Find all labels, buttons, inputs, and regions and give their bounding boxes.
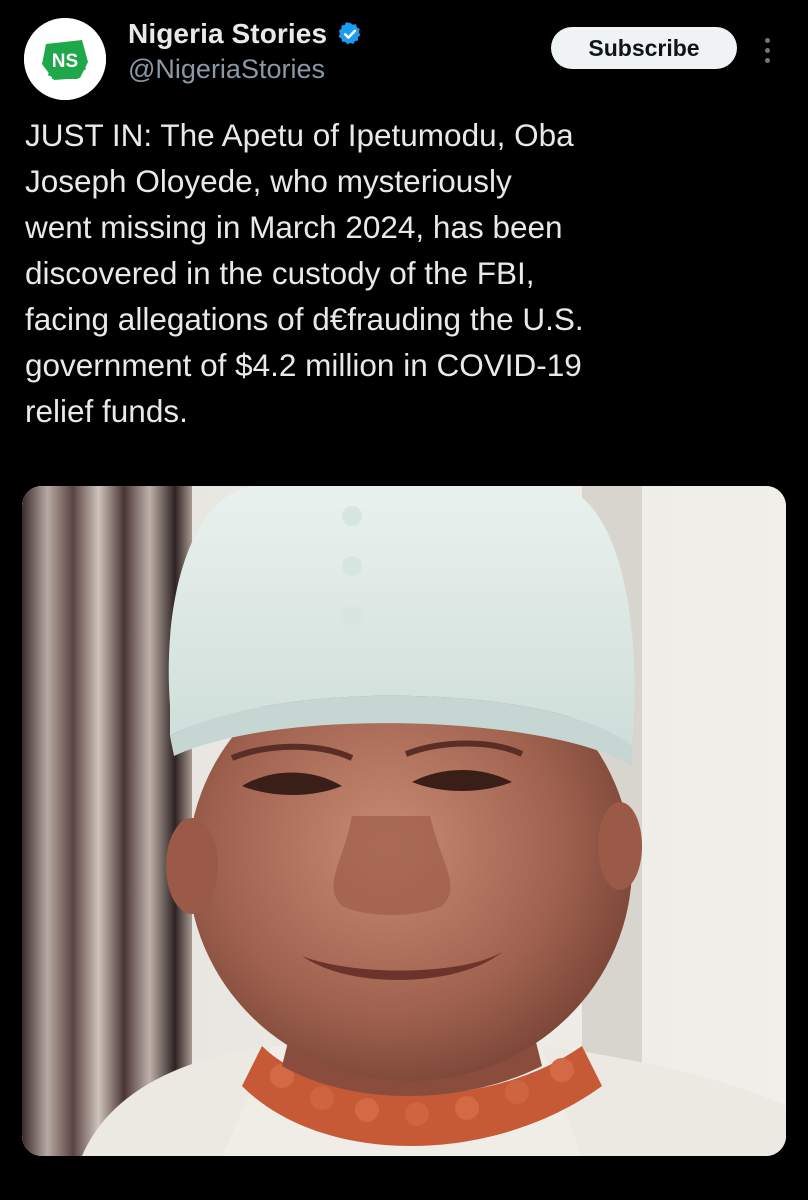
dot	[764, 37, 770, 43]
profile-avatar[interactable]: NS	[24, 18, 106, 100]
subscribe-button[interactable]: Subscribe	[551, 27, 737, 69]
tweet-card: NS Nigeria Stories @NigeriaStories Subsc…	[0, 0, 808, 1200]
verified-badge-icon	[337, 21, 363, 47]
author-handle[interactable]: @NigeriaStories	[128, 54, 325, 85]
portrait-photo-image	[22, 486, 786, 1156]
avatar-initials: NS	[52, 51, 78, 72]
tweet-photo[interactable]	[22, 486, 786, 1156]
author-name-row[interactable]: Nigeria Stories	[128, 16, 363, 52]
dot	[764, 57, 770, 63]
display-name[interactable]: Nigeria Stories	[128, 18, 327, 50]
nigeria-stories-logo-icon: NS	[24, 18, 106, 100]
dot	[764, 47, 770, 53]
more-dots-icon[interactable]	[754, 30, 780, 70]
tweet-text: JUST IN: The Apetu of Ipetumodu, Oba Jos…	[25, 117, 584, 429]
